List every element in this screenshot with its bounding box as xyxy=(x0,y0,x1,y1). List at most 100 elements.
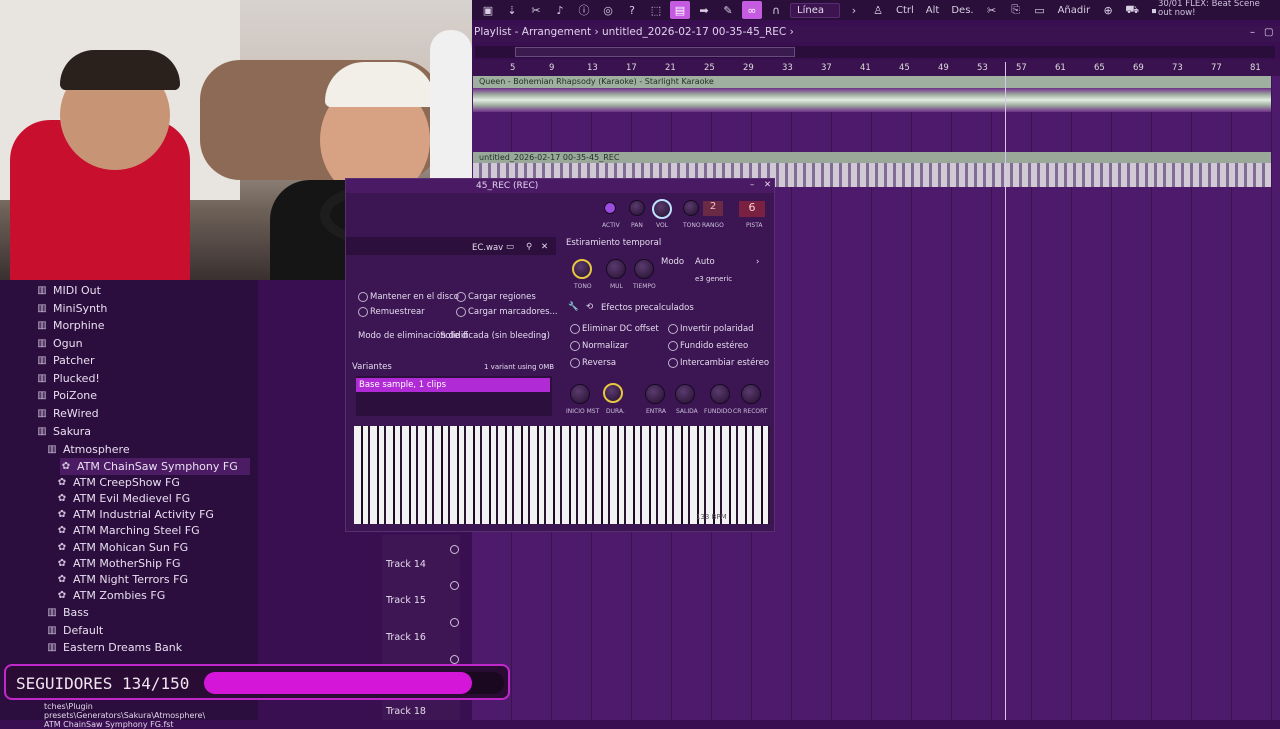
browser-folder[interactable]: ▥ MiniSynth xyxy=(36,300,107,317)
browser-folder[interactable]: ▥ Bass xyxy=(46,604,88,621)
swap-stereo-radio[interactable] xyxy=(668,358,678,368)
stretch-mul-knob[interactable] xyxy=(606,259,626,279)
browser-preset[interactable]: ✿ ATM Zombies FG xyxy=(56,587,165,604)
refresh-icon[interactable]: ⟲ xyxy=(586,302,593,312)
close-icon[interactable]: ✕ xyxy=(764,180,771,190)
scissors-icon[interactable]: ✂ xyxy=(982,1,1002,19)
browser-folder[interactable]: ▥ Plucked! xyxy=(36,370,100,387)
trim-knob[interactable] xyxy=(741,384,761,404)
activ-led[interactable] xyxy=(604,202,616,214)
keep-on-disk-radio[interactable] xyxy=(358,292,368,302)
pin-icon[interactable]: ⊕ xyxy=(1098,1,1118,19)
invert-radio[interactable] xyxy=(668,324,678,334)
scroll-thumb[interactable] xyxy=(515,47,795,57)
cart-icon[interactable]: ⛟ xyxy=(1122,1,1142,19)
track-dot[interactable] xyxy=(450,545,459,554)
browser-preset[interactable]: ✿ ATM Evil Medievel FG xyxy=(56,490,190,507)
playlist-scrollbar[interactable] xyxy=(475,46,1275,58)
chat-icon[interactable]: ◎ xyxy=(598,1,618,19)
wrench-icon[interactable]: 🔧 xyxy=(568,302,579,312)
track-dot[interactable] xyxy=(450,581,459,590)
track-value[interactable]: 6 xyxy=(739,201,765,217)
browser-folder-open[interactable]: ▥ Sakura xyxy=(36,423,91,440)
stamp-icon[interactable]: ♙ xyxy=(868,1,888,19)
deselect-button[interactable]: Des. xyxy=(947,5,977,16)
playlist-icon[interactable]: ▤ xyxy=(670,1,690,19)
snap-select[interactable]: Línea xyxy=(790,2,840,18)
add-button[interactable]: Añadir xyxy=(1054,5,1095,16)
track-dot[interactable] xyxy=(450,655,459,664)
stretch-time-knob[interactable] xyxy=(634,259,654,279)
browser-preset[interactable]: ✿ ATM Industrial Activity FG xyxy=(56,506,214,523)
length-knob[interactable] xyxy=(603,383,623,403)
export-icon[interactable]: ⇣ xyxy=(502,1,522,19)
folder-icon[interactable]: ▭ xyxy=(506,242,514,252)
pan-knob[interactable] xyxy=(629,200,645,216)
browser-preset[interactable]: ✿ ATM Mohican Sun FG xyxy=(56,539,188,556)
browser-preset[interactable]: ✿ ATM MotherShip FG xyxy=(56,555,181,572)
project-name[interactable]: untitled_2026-02-17 00-35-45_REC xyxy=(602,26,786,38)
stretch-algorithm[interactable]: e3 generic xyxy=(695,275,732,283)
arrow-icon[interactable]: ➡ xyxy=(694,1,714,19)
browser-preset[interactable]: ✿ ATM Night Terrors FG xyxy=(56,571,188,588)
track-label[interactable]: Track 18 xyxy=(386,706,426,717)
sample-waveform[interactable] xyxy=(354,426,770,524)
info-icon[interactable]: ⓘ xyxy=(574,1,594,19)
browser-folder-open[interactable]: ▥ Atmosphere xyxy=(46,441,129,458)
track-label[interactable]: Track 15 xyxy=(386,595,426,606)
browser-folder[interactable]: ▥ PoiZone xyxy=(36,387,97,404)
browser-preset[interactable]: ✿ ATM Marching Steel FG xyxy=(56,522,200,539)
playhead[interactable] xyxy=(1005,62,1006,720)
help-icon[interactable]: ? xyxy=(622,1,642,19)
news-panel[interactable]: 30/01 FLEX: Beat Scene out now! xyxy=(1156,0,1280,20)
mode-select[interactable]: Auto xyxy=(695,257,765,267)
close-icon[interactable]: ✕ xyxy=(541,242,548,252)
select-icon[interactable]: ⬚ xyxy=(646,1,666,19)
minimize-icon[interactable]: – xyxy=(1250,27,1255,38)
save-icon[interactable]: ▣ xyxy=(478,1,498,19)
crossfade-knob[interactable] xyxy=(710,384,730,404)
magnet-icon[interactable]: ∩ xyxy=(766,1,786,19)
browser-folder[interactable]: ▥ Eastern Dreams Bank xyxy=(46,639,182,656)
browser-folder[interactable]: ▥ MIDI Out xyxy=(36,282,101,299)
normalize-radio[interactable] xyxy=(570,341,580,351)
browser-preset[interactable]: ✿ ATM CreepShow FG xyxy=(56,474,180,491)
restore-icon[interactable]: ▢ xyxy=(1264,27,1273,38)
track-label[interactable]: Track 14 xyxy=(386,559,426,570)
fade-in-knob[interactable] xyxy=(645,384,665,404)
browser-folder[interactable]: ▥ Patcher xyxy=(36,352,94,369)
browser-preset-selected[interactable]: ✿ ATM ChainSaw Symphony FG xyxy=(60,458,250,475)
alt-button[interactable]: Alt xyxy=(922,5,944,16)
minimize-icon[interactable]: – xyxy=(750,180,754,190)
variant-item[interactable]: Base sample, 1 clips xyxy=(356,378,550,392)
load-regions-radio[interactable] xyxy=(456,292,466,302)
sampler-title[interactable]: 45_REC (REC) xyxy=(346,179,774,193)
resample-radio[interactable] xyxy=(358,307,368,317)
paste-icon[interactable]: ▭ xyxy=(1030,1,1050,19)
load-markers-radio[interactable] xyxy=(456,307,466,317)
ctrl-button[interactable]: Ctrl xyxy=(892,5,918,16)
track-label[interactable]: Track 16 xyxy=(386,632,426,643)
timeline-ruler[interactable]: 5 9 13 17 21 25 29 33 37 41 45 49 53 57 … xyxy=(472,60,1280,76)
range-value[interactable]: 2 xyxy=(703,201,723,216)
cut-icon[interactable]: ✂ xyxy=(526,1,546,19)
vol-knob[interactable] xyxy=(652,199,672,219)
browser-folder[interactable]: ▥ Ogun xyxy=(36,335,82,352)
audio-clip-waveform[interactable] xyxy=(473,88,1271,112)
pitch-knob[interactable] xyxy=(683,200,699,216)
audio-clip-header[interactable]: untitled_2026-02-17 00-35-45_REC xyxy=(473,152,1271,163)
browser-folder[interactable]: ▥ Morphine xyxy=(36,317,104,334)
pencil-icon[interactable]: ✎ xyxy=(718,1,738,19)
file-tab[interactable]: EC.wav xyxy=(472,243,503,253)
browser-folder[interactable]: ▥ ReWired xyxy=(36,405,98,422)
fade-out-knob[interactable] xyxy=(675,384,695,404)
reverse-radio[interactable] xyxy=(570,358,580,368)
stereo-fade-radio[interactable] xyxy=(668,341,678,351)
mic-icon[interactable]: ♪ xyxy=(550,1,570,19)
pin-icon[interactable]: ⚲ xyxy=(526,242,532,252)
copy-icon[interactable]: ⎘ xyxy=(1006,1,1026,19)
audio-clip-header[interactable]: Queen - Bohemian Rhapsody (Karaoke) - St… xyxy=(473,76,1271,88)
start-knob[interactable] xyxy=(570,384,590,404)
track-dot[interactable] xyxy=(450,618,459,627)
stretch-pitch-knob[interactable] xyxy=(572,259,592,279)
